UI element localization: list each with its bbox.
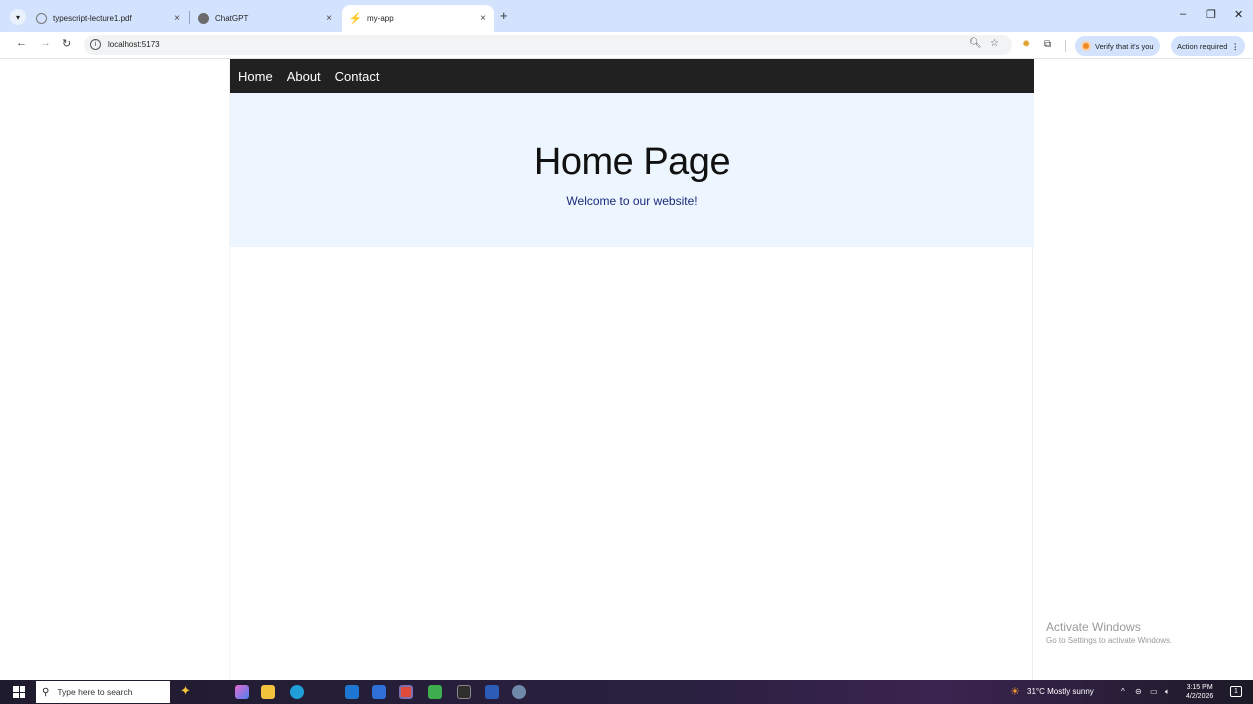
watermark-title: Activate Windows (1046, 620, 1141, 634)
tray-chevron-up-icon[interactable]: ^ (1121, 687, 1125, 696)
word-icon[interactable] (485, 685, 499, 699)
tab-title: ChatGPT (215, 14, 249, 23)
minimize-button[interactable]: – (1180, 8, 1186, 20)
copilot-sparkle-icon[interactable]: ✦ (180, 683, 191, 699)
zoom-icon[interactable]: 🔍︎ (969, 38, 982, 49)
reload-button[interactable]: ↻ (62, 37, 71, 50)
tab-title: typescript-lecture1.pdf (53, 14, 132, 23)
chrome-icon[interactable] (399, 685, 413, 699)
paint-icon[interactable] (512, 685, 526, 699)
toolbar-divider (1065, 40, 1066, 52)
weather-text[interactable]: 31°C Mostly sunny (1027, 687, 1094, 696)
notification-center-icon[interactable]: 1 (1230, 686, 1242, 697)
display-icon[interactable]: ▭ (1150, 687, 1158, 696)
outlook-icon[interactable] (345, 685, 359, 699)
taskbar-search-box[interactable]: ⚲ Type here to search (36, 681, 170, 703)
back-button[interactable]: ← (16, 37, 27, 49)
tab-strip: ▾ typescript-lecture1.pdf × ChatGPT × ⚡ … (0, 0, 1253, 32)
extensions-puzzle-icon[interactable]: ⧉ (1044, 39, 1051, 50)
store-icon[interactable] (372, 685, 386, 699)
verify-identity-button[interactable]: Verify that it's you (1075, 36, 1160, 56)
globe-icon (36, 13, 47, 24)
vite-icon: ⚡ (348, 13, 363, 25)
tab-chatgpt[interactable]: ChatGPT × (190, 5, 340, 32)
extension-icon[interactable]: ✹ (1022, 39, 1030, 50)
profile-avatar-icon (1081, 41, 1091, 51)
tab-typescript-pdf[interactable]: typescript-lecture1.pdf × (28, 5, 188, 32)
tab-close-icon[interactable]: × (480, 13, 486, 24)
photos-icon[interactable] (428, 685, 442, 699)
kebab-menu-icon: ⋮ (1231, 41, 1239, 51)
system-clock[interactable]: 3:15 PM 4/2/2026 (1186, 683, 1213, 701)
page-subtitle: Welcome to our website! (566, 194, 698, 208)
edge-icon[interactable] (290, 685, 304, 699)
nav-link-contact[interactable]: Contact (335, 69, 380, 84)
hero-section: Home Page Welcome to our website! (230, 93, 1034, 247)
copilot-app-icon[interactable] (235, 685, 249, 699)
windows-taskbar: ⚲ Type here to search ✦ ☀ 31°C Mostly su… (0, 680, 1253, 704)
chatgpt-icon (198, 13, 209, 24)
watermark-subtitle: Go to Settings to activate Windows. (1046, 636, 1173, 645)
volume-icon[interactable]: 🔈︎ (1165, 687, 1170, 697)
tab-title: my-app (367, 14, 394, 23)
nav-link-home[interactable]: Home (238, 69, 273, 84)
action-label: Action required (1177, 41, 1228, 51)
browser-toolbar: ← → ↻ i localhost:5173 🔍︎ ☆ ✹ ⧉ Verify t… (0, 32, 1253, 59)
search-placeholder: Type here to search (57, 687, 133, 697)
tab-close-icon[interactable]: × (326, 13, 332, 24)
file-explorer-icon[interactable] (261, 685, 275, 699)
url-text: localhost:5173 (108, 40, 160, 49)
windows-start-icon[interactable] (13, 686, 25, 698)
new-tab-button[interactable]: + (500, 9, 508, 23)
app-root: Home About Contact Home Page Welcome to … (229, 59, 1034, 680)
tab-my-app[interactable]: ⚡ my-app × (342, 5, 494, 32)
terminal-icon[interactable] (457, 685, 471, 699)
address-bar[interactable]: i localhost:5173 🔍︎ ☆ (84, 35, 1012, 55)
forward-button[interactable]: → (40, 37, 51, 49)
clock-time: 3:15 PM (1186, 684, 1213, 691)
bookmark-star-icon[interactable]: ☆ (990, 38, 999, 49)
app-navbar: Home About Contact (230, 59, 1034, 93)
site-info-icon[interactable]: i (90, 39, 101, 50)
close-window-button[interactable]: ✕ (1234, 8, 1243, 21)
action-required-button[interactable]: Action required ⋮ (1171, 36, 1245, 56)
clock-date: 4/2/2026 (1186, 693, 1214, 700)
activate-windows-watermark: Activate Windows Go to Settings to activ… (1046, 620, 1172, 645)
search-icon: ⚲ (42, 686, 50, 698)
chevron-down-icon: ▾ (15, 12, 20, 22)
network-icon[interactable]: ⊝ (1135, 687, 1142, 696)
tab-close-icon[interactable]: × (174, 13, 180, 24)
weather-icon[interactable]: ☀ (1010, 685, 1020, 698)
page-title: Home Page (533, 141, 731, 183)
restore-button[interactable]: ❐ (1206, 8, 1216, 21)
tab-search-button[interactable]: ▾ (10, 9, 26, 25)
nav-link-about[interactable]: About (287, 69, 321, 84)
verify-label: Verify that it's you (1095, 41, 1154, 51)
